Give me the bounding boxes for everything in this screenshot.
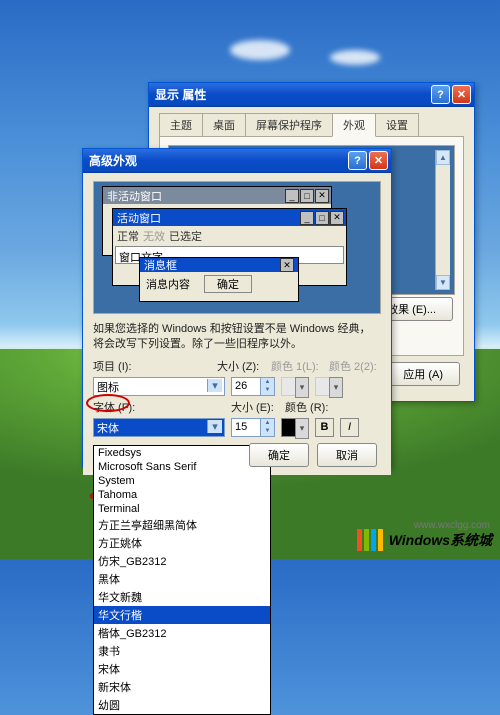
font-option[interactable]: 华文新魏 xyxy=(94,588,270,606)
font-option[interactable]: 方正姚体 xyxy=(94,534,270,552)
close-button[interactable]: ✕ xyxy=(452,85,471,104)
item-size-input[interactable] xyxy=(232,378,260,395)
close-button[interactable]: ✕ xyxy=(369,151,388,170)
windows-logo-icon xyxy=(357,529,383,551)
bold-button[interactable]: B xyxy=(315,418,334,437)
item-label: 项目 (I): xyxy=(93,358,141,374)
color2-label: 颜色 2(2): xyxy=(329,358,381,374)
max-icon: □ xyxy=(315,211,329,225)
tab-theme[interactable]: 主题 xyxy=(159,113,203,137)
font-option[interactable]: 方正兰亭超细黑简体 xyxy=(94,516,270,534)
preview-ok-button: 确定 xyxy=(204,275,252,293)
spin-up-icon[interactable]: ▲ xyxy=(260,378,274,387)
font-option[interactable]: Tahoma xyxy=(94,488,270,502)
ok-button[interactable]: 确定 xyxy=(249,443,309,467)
appearance-preview: 非活动窗口 _ □ ✕ 活动窗口 _ □ ✕ 正常 无效 已选定 xyxy=(93,181,381,314)
font-color-well[interactable] xyxy=(281,418,309,437)
close-icon: ✕ xyxy=(330,211,344,225)
font-option[interactable]: 隶书 xyxy=(94,642,270,660)
scroll-up-icon[interactable]: ▲ xyxy=(436,150,450,165)
max-icon: □ xyxy=(300,189,314,203)
font-size-input[interactable] xyxy=(232,419,260,436)
fcolor-label: 颜色 (R): xyxy=(285,399,333,415)
color1-label: 颜色 1(L): xyxy=(271,358,323,374)
tab-screensaver[interactable]: 屏幕保护程序 xyxy=(245,113,333,137)
preview-active-window: 活动窗口 _ □ ✕ xyxy=(113,209,346,226)
apply-button[interactable]: 应用 (A) xyxy=(386,362,460,386)
item-combo[interactable]: 图标 xyxy=(93,377,225,396)
font-option[interactable]: 宋体 xyxy=(94,660,270,678)
font-option[interactable]: 仿宋_GB2312 xyxy=(94,552,270,570)
cancel-button[interactable]: 取消 xyxy=(317,443,377,467)
watermark: Windows系统城 xyxy=(357,529,492,551)
item-size-spinner[interactable]: ▲▼ xyxy=(231,377,275,396)
window-title: 显示 属性 xyxy=(155,86,429,103)
color1-well xyxy=(281,377,309,396)
tabs: 主题 桌面 屏幕保护程序 外观 设置 xyxy=(159,113,464,137)
close-icon: ✕ xyxy=(280,258,294,272)
font-option[interactable]: Terminal xyxy=(94,502,270,516)
spin-down-icon[interactable]: ▼ xyxy=(260,427,274,436)
preview-msgbox-title: 消息框 ✕ xyxy=(140,258,298,272)
font-option[interactable]: 华文行楷 xyxy=(94,606,270,624)
min-icon: _ xyxy=(285,189,299,203)
font-option[interactable]: 楷体_GB2312 xyxy=(94,624,270,642)
tab-settings[interactable]: 设置 xyxy=(375,113,419,137)
font-size-spinner[interactable]: ▲▼ xyxy=(231,418,275,437)
window-title: 高级外观 xyxy=(89,152,346,169)
italic-button[interactable]: I xyxy=(340,418,359,437)
font-dropdown-list[interactable]: FixedsysMicrosoft Sans SerifSystemTahoma… xyxy=(93,445,271,715)
advanced-titlebar[interactable]: 高级外观 ? ✕ xyxy=(83,149,391,173)
font-option[interactable]: 新宋体 xyxy=(94,678,270,696)
size-label: 大小 (Z): xyxy=(217,358,265,374)
spin-down-icon[interactable]: ▼ xyxy=(260,386,274,395)
help-button[interactable]: ? xyxy=(431,85,450,104)
preview-msg-text: 消息内容 xyxy=(146,276,190,292)
close-icon: ✕ xyxy=(315,189,329,203)
advanced-appearance-window: 高级外观 ? ✕ 非活动窗口 _ □ ✕ 活动窗口 _ □ ✕ xyxy=(82,148,392,468)
tab-desktop[interactable]: 桌面 xyxy=(202,113,246,137)
font-combo[interactable]: 宋体 xyxy=(93,418,225,437)
fsize-label: 大小 (E): xyxy=(231,399,279,415)
preview-inactive-window: 非活动窗口 _ □ ✕ xyxy=(103,187,331,204)
color2-well xyxy=(315,377,343,396)
display-properties-titlebar[interactable]: 显示 属性 ? ✕ xyxy=(149,83,474,107)
info-text: 如果您选择的 Windows 和按钮设置不是 Windows 经典，将会改写下列… xyxy=(93,322,381,352)
spin-up-icon[interactable]: ▲ xyxy=(260,419,274,428)
scroll-down-icon[interactable]: ▼ xyxy=(436,275,450,290)
tab-appearance[interactable]: 外观 xyxy=(332,113,376,137)
font-label: 字体 (F): xyxy=(93,399,141,415)
font-option[interactable]: 黑体 xyxy=(94,570,270,588)
font-option[interactable]: 幼圆 xyxy=(94,696,270,714)
help-button[interactable]: ? xyxy=(348,151,367,170)
font-option[interactable]: System xyxy=(94,474,270,488)
min-icon: _ xyxy=(300,211,314,225)
